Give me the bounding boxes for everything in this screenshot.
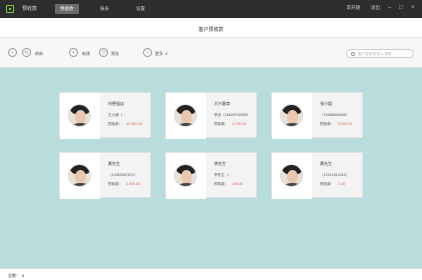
card-photo (272, 93, 312, 139)
page-title: 客户预收款 (198, 27, 224, 33)
status-bar: 总数： 6 (0, 268, 422, 280)
more-button[interactable]: 更多 (155, 51, 163, 57)
customer-contact: 李先生（... (214, 173, 232, 177)
close-button[interactable]: × (411, 3, 415, 13)
customer-name: 黄先生 (320, 161, 332, 166)
refresh-button[interactable]: 刷新 (35, 51, 43, 57)
total-count: 6 (22, 273, 25, 278)
balance-label: 预收款： (108, 122, 123, 126)
avatar (280, 104, 303, 127)
avatar (280, 164, 303, 187)
avatar (174, 164, 197, 187)
customer-card[interactable]: 张小姐 （15986845698） 预收款： 3,000.00 (271, 92, 363, 139)
balance-value: 3,000.00 (338, 122, 352, 126)
balance-label: 预收款： (108, 182, 123, 186)
nav-tab-prepayment[interactable]: 预收款 (55, 4, 79, 14)
customer-name: 黄先生 (108, 161, 120, 166)
balance-label: 预收款： (320, 182, 335, 186)
customer-contact: （15986845698） (320, 113, 350, 117)
filter-button[interactable]: 筛选 (111, 51, 119, 57)
customer-contact: 王小超（... (108, 113, 126, 117)
customer-card[interactable]: 李先生 李先生（... 预收款： 180.00 (165, 152, 257, 199)
avatar (68, 104, 91, 127)
customer-contact: （14364367870） (108, 173, 138, 177)
balance-value: 4,700.00 (232, 122, 246, 126)
customer-card[interactable]: 大兴客商 李总（18629702650） 预收款： 4,700.00 (165, 92, 257, 139)
minimize-button[interactable]: – (388, 3, 391, 13)
refresh-icon[interactable]: ↻ (22, 48, 31, 57)
balance-value: 0.00 (338, 182, 345, 186)
customer-name: 张小姐 (320, 101, 332, 106)
nav-tab-reports[interactable]: 报表 (95, 4, 114, 14)
balance-label: 预收款： (320, 122, 335, 126)
balance-value: 180.00 (232, 182, 243, 186)
customer-name: 大兴客商 (214, 101, 230, 106)
back-icon[interactable]: ‹ (8, 48, 17, 57)
card-photo (60, 93, 100, 139)
title-bar: 预收款 预收款 报表 设置 李开朗 退出 – □ × (0, 0, 422, 18)
app-logo-icon (6, 5, 14, 13)
add-icon[interactable]: + (69, 48, 78, 57)
logout-link[interactable]: 退出 (371, 5, 380, 11)
customer-name: 刘德强店 (108, 101, 124, 106)
customer-contact: 李总（18629702650） (214, 113, 251, 117)
search-icon (351, 52, 355, 56)
customer-card[interactable]: 黄先生 （12312312312） 预收款： 0.00 (271, 152, 363, 199)
page-header: 客户预收款 (0, 18, 422, 38)
filter-icon[interactable]: ▽ (99, 48, 108, 57)
balance-label: 预收款： (214, 182, 229, 186)
customer-name: 李先生 (214, 161, 226, 166)
search-placeholder: 客户名称/负责人/手机... (358, 52, 395, 56)
avatar (174, 104, 197, 127)
balance-value: 30,000.00 (126, 122, 142, 126)
current-user[interactable]: 李开朗 (347, 5, 361, 11)
balance-value: 2,000.00 (126, 182, 140, 186)
card-photo (60, 153, 100, 199)
maximize-button[interactable]: □ (399, 3, 403, 13)
total-count-label: 总数： (8, 273, 20, 278)
card-photo (166, 153, 206, 199)
chevron-down-icon[interactable]: ∨ (165, 51, 168, 56)
add-button[interactable]: 新建 (82, 51, 90, 57)
customer-contact: （12312312312） (320, 173, 350, 177)
avatar (68, 164, 91, 187)
app-title: 预收款 (22, 6, 38, 12)
balance-label: 预收款： (214, 122, 229, 126)
card-photo (272, 153, 312, 199)
customer-card[interactable]: 黄先生 （14364367870） 预收款： 2,000.00 (59, 152, 151, 199)
more-icon[interactable]: – (143, 48, 152, 57)
card-photo (166, 93, 206, 139)
customer-card[interactable]: 刘德强店 王小超（... 预收款： 30,000.00 (59, 92, 151, 139)
search-input[interactable]: 客户名称/负责人/手机... (346, 49, 414, 58)
nav-tab-settings[interactable]: 设置 (131, 4, 150, 14)
